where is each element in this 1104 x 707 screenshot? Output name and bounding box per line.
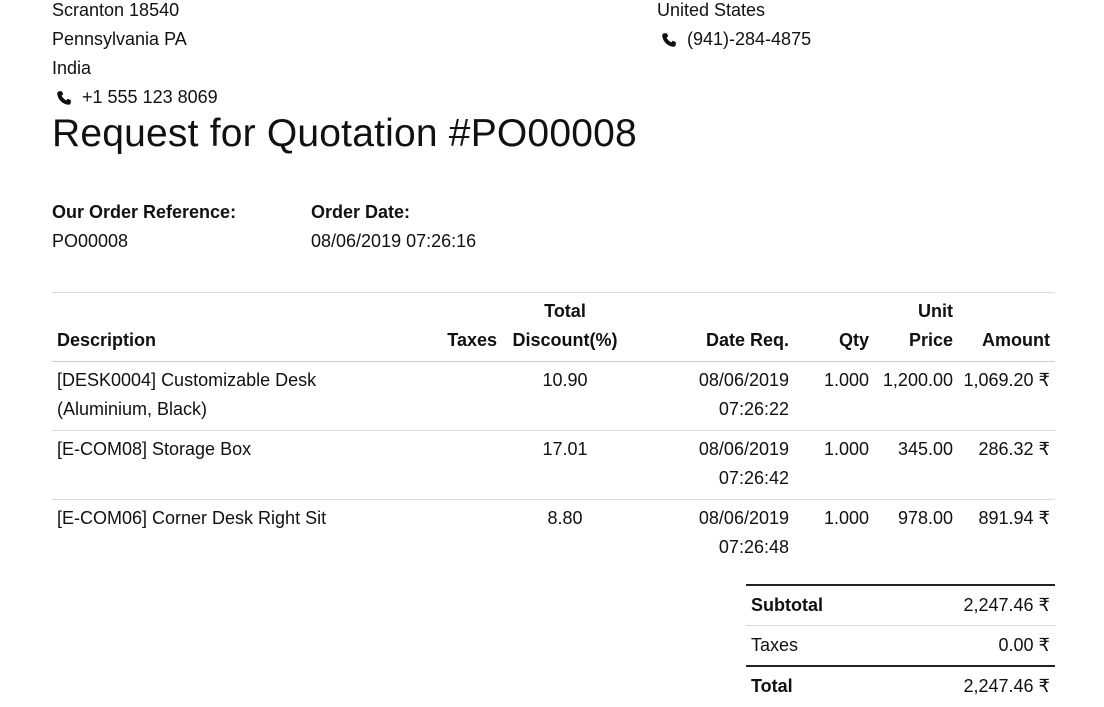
address-line: Scranton 18540 bbox=[52, 0, 180, 20]
column-header-discount: Total Discount(%) bbox=[502, 292, 628, 362]
description-line: [E-COM08] Storage Box bbox=[57, 439, 252, 459]
cell-qty: 1.000 bbox=[794, 430, 874, 500]
table-header-row: Description Taxes Total Discount(%) Date … bbox=[52, 292, 1055, 362]
time-line: 07:26:48 bbox=[718, 537, 789, 557]
order-date: Order Date: 08/06/2019 07:26:16 bbox=[311, 198, 476, 256]
order-date-value: 08/06/2019 07:26:16 bbox=[311, 231, 477, 251]
cell-qty: 1.000 bbox=[823, 508, 869, 528]
cell-taxes bbox=[432, 430, 502, 500]
page-title: Request for Quotation #PO00008 bbox=[52, 112, 637, 155]
table-row: [E-COM08] Storage Box 17.01 08/06/2019 07… bbox=[52, 430, 1055, 500]
phone-icon bbox=[57, 90, 71, 105]
order-lines-table: Description Taxes Total Discount(%) Date … bbox=[52, 292, 1055, 568]
cell-taxes bbox=[432, 500, 502, 569]
cell-unit-price: 978.00 bbox=[897, 508, 953, 528]
description-line: [E-COM06] Corner Desk Right Sit bbox=[57, 508, 327, 528]
address-line: India bbox=[52, 58, 92, 78]
time-line: 07:26:42 bbox=[718, 468, 789, 488]
description-line: (Aluminium, Black) bbox=[57, 399, 208, 419]
phone-icon bbox=[662, 32, 676, 47]
column-header-unit-price: Unit Price bbox=[874, 292, 958, 362]
cell-unit-price: 345.00 bbox=[874, 430, 958, 500]
subtotal-label: Subtotal bbox=[746, 584, 888, 626]
column-header-amount: Amount bbox=[958, 292, 1055, 362]
order-date-label: Order Date: bbox=[311, 202, 411, 222]
header-line: Unit bbox=[918, 301, 953, 321]
cell-description: [DESK0004] Customizable Desk (Aluminium, … bbox=[52, 361, 432, 431]
cell-date-req: 08/06/2019 07:26:42 bbox=[628, 430, 794, 500]
vendor-address: Scranton 18540 Pennsylvania PA India +1 … bbox=[52, 0, 218, 112]
header-line: Price bbox=[908, 330, 953, 350]
total-label: Total bbox=[746, 665, 888, 706]
cell-taxes bbox=[432, 361, 502, 431]
cell-amount: 286.32 ₹ bbox=[958, 430, 1055, 500]
cell-discount: 10.90 bbox=[502, 361, 628, 431]
taxes-row: Taxes 0.00 ₹ bbox=[746, 626, 1055, 667]
order-reference: Our Order Reference: PO00008 bbox=[52, 198, 236, 256]
date-line: 08/06/2019 bbox=[698, 508, 789, 528]
phone-number: +1 555 123 8069 bbox=[82, 87, 218, 107]
order-reference-value: PO00008 bbox=[52, 231, 129, 251]
address-line: United States bbox=[657, 0, 766, 20]
column-header-qty: Qty bbox=[794, 292, 874, 362]
date-line: 08/06/2019 bbox=[698, 439, 789, 459]
cell-date-req: 08/06/2019 07:26:22 bbox=[628, 361, 794, 431]
description-line: [DESK0004] Customizable Desk bbox=[57, 370, 317, 390]
total-value: 2,247.46 ₹ bbox=[887, 665, 1055, 706]
cell-description: [E-COM08] Storage Box bbox=[52, 430, 432, 500]
taxes-value: 0.00 ₹ bbox=[998, 635, 1051, 655]
table-row: [DESK0004] Customizable Desk (Aluminium, … bbox=[52, 361, 1055, 431]
phone-number: (941)-284-4875 bbox=[687, 29, 812, 49]
column-header-taxes: Taxes bbox=[432, 292, 502, 362]
subtotal-value: 2,247.46 ₹ bbox=[887, 584, 1055, 626]
column-header-date-req: Date Req. bbox=[628, 292, 794, 362]
order-reference-label: Our Order Reference: bbox=[52, 202, 237, 222]
date-line: 08/06/2019 bbox=[698, 370, 789, 390]
cell-date-req: 08/06/2019 07:26:48 bbox=[628, 500, 794, 569]
cell-discount: 17.01 bbox=[502, 430, 628, 500]
header-line: Discount(%) bbox=[512, 330, 618, 350]
address-line: Pennsylvania PA bbox=[52, 29, 187, 49]
vendor-phone: +1 555 123 8069 bbox=[52, 83, 218, 112]
cell-amount: 1,069.20 ₹ bbox=[958, 361, 1055, 431]
taxes-label: Taxes bbox=[751, 635, 799, 655]
cell-discount: 8.80 bbox=[547, 508, 583, 528]
header-line: Total bbox=[544, 301, 586, 321]
subtotal-row: Subtotal 2,247.46 ₹ bbox=[746, 584, 1055, 626]
time-line: 07:26:22 bbox=[718, 399, 789, 419]
cell-qty: 1.000 bbox=[794, 361, 874, 431]
cell-amount: 891.94 ₹ bbox=[978, 508, 1050, 528]
table-row: [E-COM06] Corner Desk Right Sit 8.80 08/… bbox=[52, 500, 1055, 569]
totals-table: Subtotal 2,247.46 ₹ Taxes 0.00 ₹ Total 2… bbox=[746, 584, 1055, 706]
cell-description: [E-COM06] Corner Desk Right Sit bbox=[52, 500, 432, 569]
shipping-address: United States (941)-284-4875 bbox=[657, 0, 811, 54]
total-row: Total 2,247.46 ₹ bbox=[746, 665, 1055, 706]
shipping-phone: (941)-284-4875 bbox=[657, 25, 811, 54]
column-header-description: Description bbox=[52, 292, 432, 362]
cell-unit-price: 1,200.00 bbox=[874, 361, 958, 431]
